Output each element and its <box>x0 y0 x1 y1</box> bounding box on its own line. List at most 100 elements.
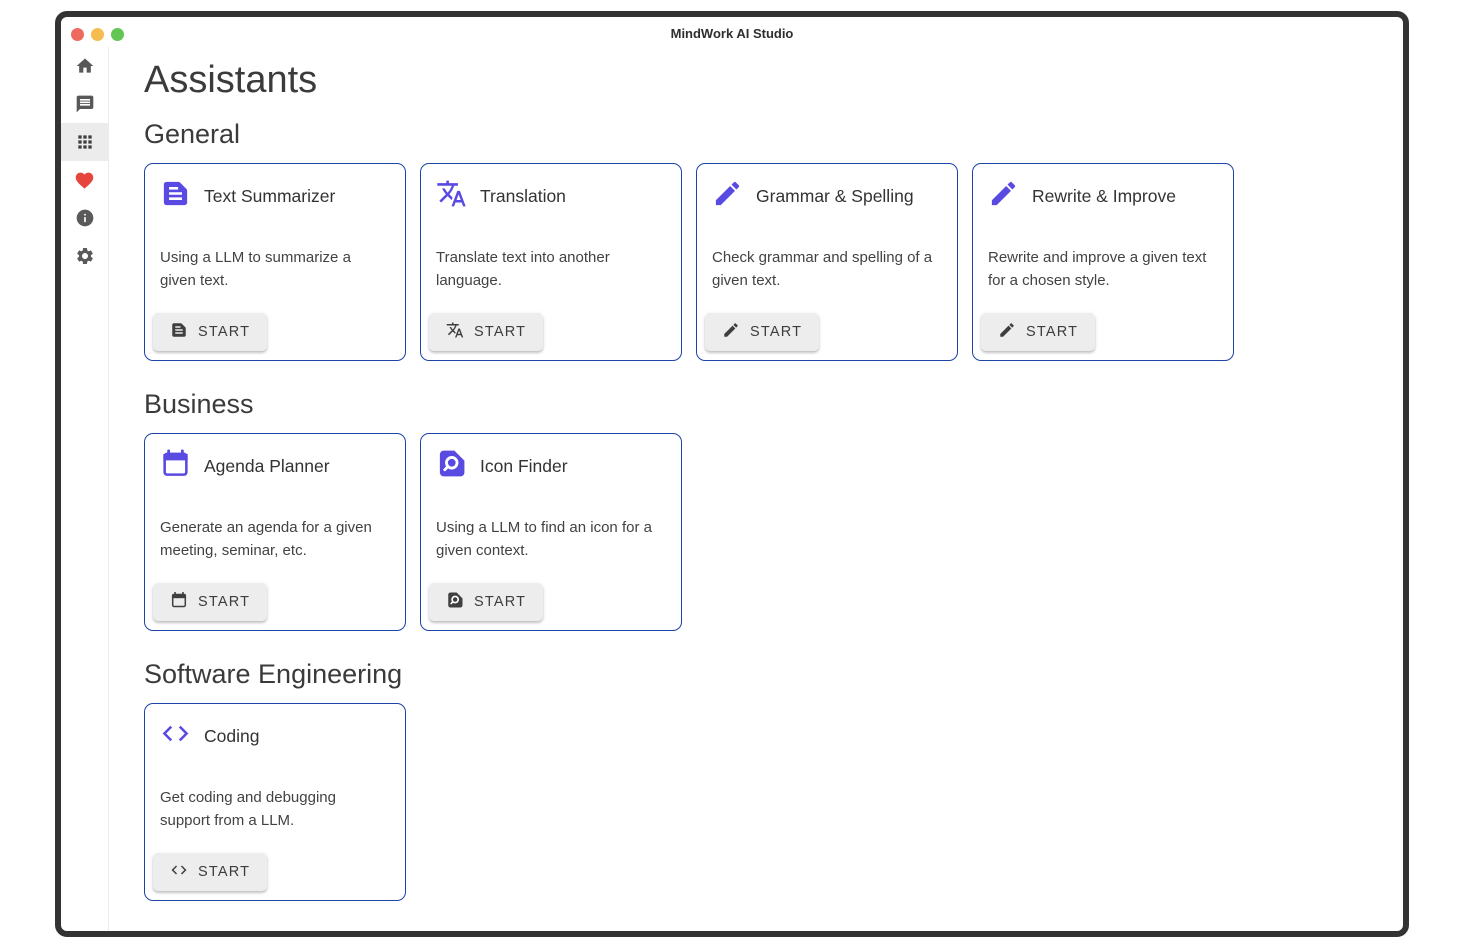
card-title: Grammar & Spelling <box>756 186 914 207</box>
code-icon <box>170 861 188 879</box>
text-snippet-icon <box>160 178 191 209</box>
card-description: Generate an agenda for a given meeting, … <box>160 516 390 583</box>
info-icon <box>75 208 95 228</box>
screen: MindWork AI Studio Assistants General Te… <box>0 0 1457 949</box>
pencil-icon <box>712 178 743 214</box>
start-button[interactable]: START <box>153 313 267 351</box>
chat-icon <box>75 94 95 114</box>
assistant-section: Business Agenda Planner Generate an agen… <box>144 388 1383 631</box>
code-icon <box>170 861 188 883</box>
traffic-lights <box>61 28 124 41</box>
start-button-label: START <box>198 324 250 340</box>
close-button[interactable] <box>71 28 84 41</box>
card-row: Coding Get coding and debugging support … <box>144 703 1383 901</box>
assistant-card: Coding Get coding and debugging support … <box>144 703 406 901</box>
assistant-section: Software Engineering Coding Get coding a… <box>144 658 1383 901</box>
sidebar-item-settings[interactable] <box>61 237 108 275</box>
section-label: Business <box>144 388 1383 420</box>
card-header: Translation <box>436 179 666 213</box>
sidebar-item-about[interactable] <box>61 199 108 237</box>
sidebar-item-home[interactable] <box>61 47 108 85</box>
minimize-button[interactable] <box>91 28 104 41</box>
start-button-label: START <box>750 324 802 340</box>
calendar-icon <box>160 448 191 479</box>
code-icon <box>160 718 191 749</box>
card-actions: START <box>429 583 666 621</box>
start-button[interactable]: START <box>429 313 543 351</box>
text-snippet-icon <box>170 321 188 343</box>
assistant-card: Agenda Planner Generate an agenda for a … <box>144 433 406 631</box>
sidebar-item-supporters[interactable] <box>61 161 108 199</box>
translate-icon <box>436 178 467 214</box>
translate-icon <box>436 178 467 209</box>
start-button[interactable]: START <box>981 313 1095 351</box>
assistant-card: Translation Translate text into another … <box>420 163 682 361</box>
start-button[interactable]: START <box>429 583 543 621</box>
card-actions: START <box>153 853 390 891</box>
translate-icon <box>446 321 464 339</box>
card-actions: START <box>705 313 942 351</box>
start-button-label: START <box>474 324 526 340</box>
card-header: Text Summarizer <box>160 179 390 213</box>
section-label: General <box>144 118 1383 150</box>
calendar-icon <box>170 591 188 609</box>
card-row: Agenda Planner Generate an agenda for a … <box>144 433 1383 631</box>
page-title: Assistants <box>144 59 1383 102</box>
assistant-card: Grammar & Spelling Check grammar and spe… <box>696 163 958 361</box>
assistant-card: Icon Finder Using a LLM to find an icon … <box>420 433 682 631</box>
heart-icon <box>74 170 95 191</box>
card-actions: START <box>981 313 1218 351</box>
card-description: Check grammar and spelling of a given te… <box>712 246 942 313</box>
start-button[interactable]: START <box>153 583 267 621</box>
window-body: Assistants General Text Summarizer Using… <box>61 47 1403 931</box>
home-icon <box>75 56 95 76</box>
assistant-card: Text Summarizer Using a LLM to summarize… <box>144 163 406 361</box>
main-content: Assistants General Text Summarizer Using… <box>109 47 1403 931</box>
card-actions: START <box>153 583 390 621</box>
card-title: Agenda Planner <box>204 456 330 477</box>
card-header: Icon Finder <box>436 449 666 483</box>
code-icon <box>160 718 191 754</box>
start-button[interactable]: START <box>705 313 819 351</box>
pencil-icon <box>712 178 743 209</box>
sidebar-item-assistants[interactable] <box>61 123 108 161</box>
pencil-icon <box>988 178 1019 214</box>
card-description: Using a LLM to find an icon for a given … <box>436 516 666 583</box>
card-row: Text Summarizer Using a LLM to summarize… <box>144 163 1383 361</box>
assistant-section: General Text Summarizer Using a LLM to s… <box>144 118 1383 361</box>
card-title: Rewrite & Improve <box>1032 186 1176 207</box>
gear-icon <box>75 246 95 266</box>
card-header: Grammar & Spelling <box>712 179 942 213</box>
text-snippet-icon <box>160 178 191 214</box>
start-button-label: START <box>198 864 250 880</box>
app-window: MindWork AI Studio Assistants General Te… <box>55 11 1409 937</box>
card-title: Coding <box>204 726 259 747</box>
window-title: MindWork AI Studio <box>61 17 1403 47</box>
card-actions: START <box>429 313 666 351</box>
pencil-icon <box>722 321 740 339</box>
translate-icon <box>446 321 464 343</box>
card-header: Coding <box>160 719 390 753</box>
pencil-icon <box>998 321 1016 339</box>
card-title: Icon Finder <box>480 456 568 477</box>
calendar-icon <box>170 591 188 613</box>
sidebar-item-chats[interactable] <box>61 85 108 123</box>
card-header: Rewrite & Improve <box>988 179 1218 213</box>
start-button-label: START <box>474 594 526 610</box>
titlebar: MindWork AI Studio <box>61 17 1403 47</box>
start-button-label: START <box>198 594 250 610</box>
zoom-button[interactable] <box>111 28 124 41</box>
card-title: Text Summarizer <box>204 186 335 207</box>
card-description: Using a LLM to summarize a given text. <box>160 246 390 313</box>
card-header: Agenda Planner <box>160 449 390 483</box>
apps-grid-icon <box>75 132 95 152</box>
pencil-icon <box>988 178 1019 209</box>
card-description: Rewrite and improve a given text for a c… <box>988 246 1218 313</box>
pencil-icon <box>998 321 1016 343</box>
start-button[interactable]: START <box>153 853 267 891</box>
card-description: Get coding and debugging support from a … <box>160 786 390 853</box>
assistant-card: Rewrite & Improve Rewrite and improve a … <box>972 163 1234 361</box>
section-label: Software Engineering <box>144 658 1383 690</box>
icon-search-icon <box>446 591 464 609</box>
card-description: Translate text into another language. <box>436 246 666 313</box>
